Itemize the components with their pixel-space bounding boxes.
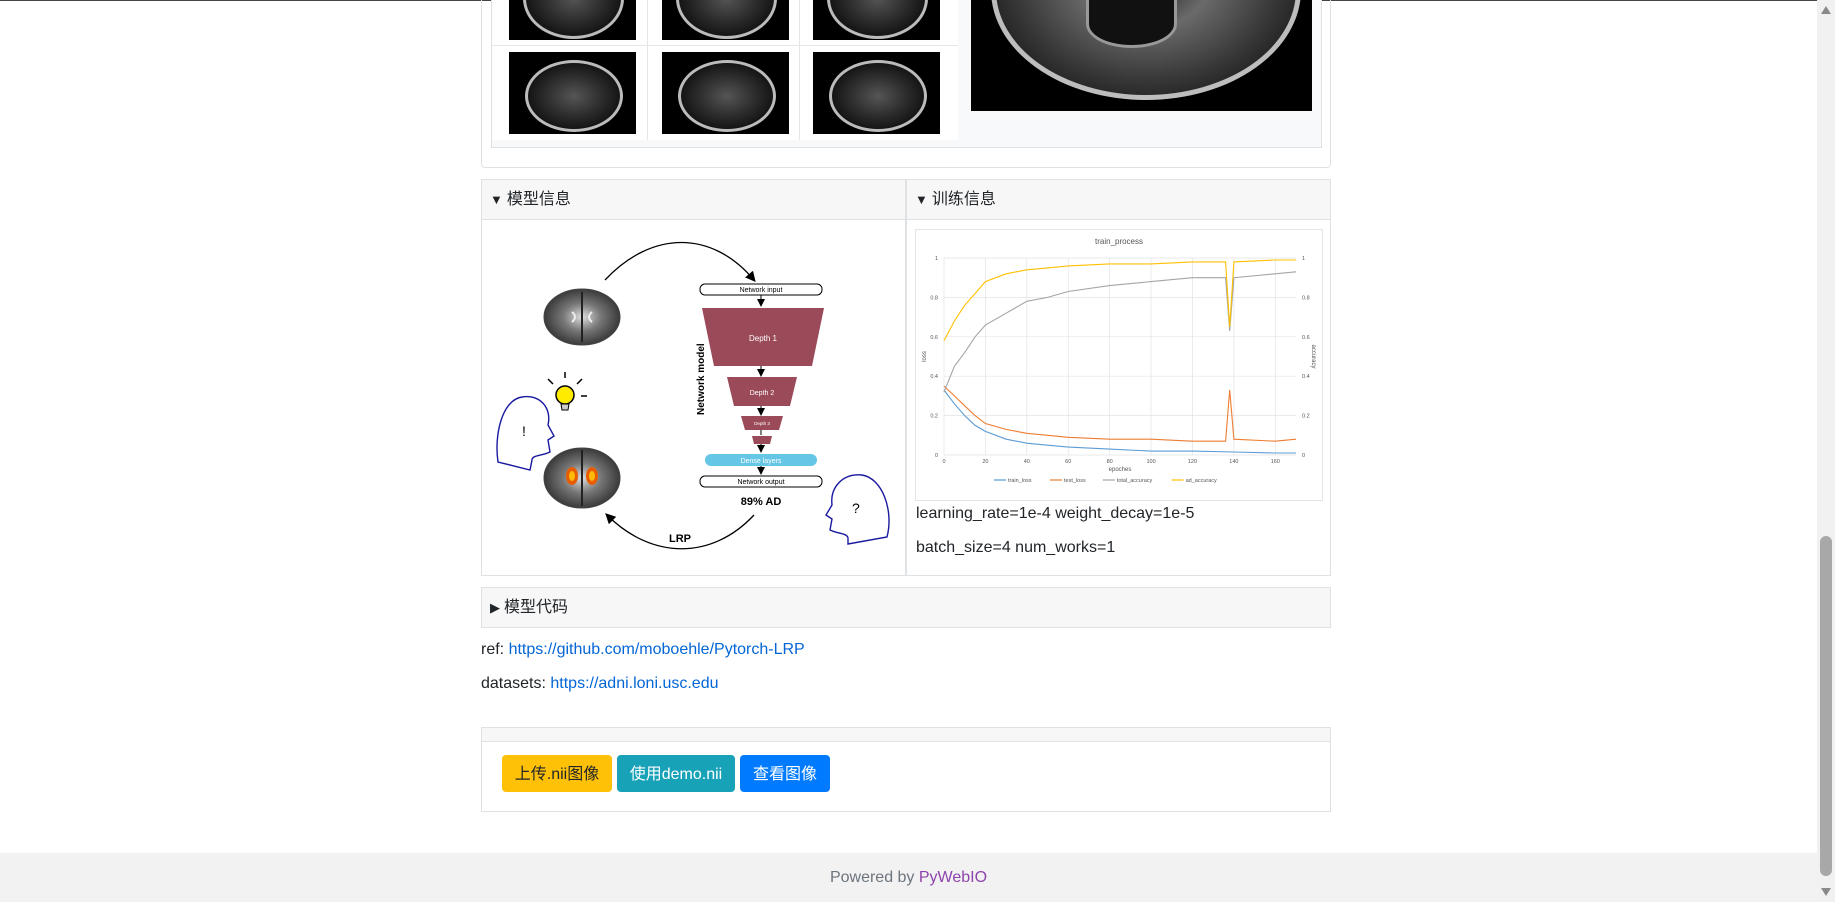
use-demo-button[interactable]: 使用demo.nii	[617, 755, 735, 792]
x-tick-label: 140	[1229, 459, 1238, 465]
legend-label: train_loss	[1008, 478, 1032, 484]
y-tick-label: 0.2	[930, 414, 938, 420]
y2-tick-label: 0.2	[1302, 414, 1310, 420]
legend-label: test_loss	[1064, 478, 1086, 484]
datasets-line: datasets: https://adni.loni.usc.edu	[481, 675, 718, 693]
upload-nii-button[interactable]: 上传.nii图像	[502, 755, 612, 792]
model-code-header[interactable]: ▶ 模型代码	[482, 588, 1330, 627]
x-tick-label: 100	[1146, 459, 1155, 465]
depth3-label: Depth 3	[754, 421, 770, 426]
mri-slice-preview	[971, 0, 1312, 111]
lrp-network-diagram: ! ? Network input Depth 1 Depth 2 Depth …	[496, 241, 890, 550]
ref-link[interactable]: https://github.com/moboehle/Pytorch-LRP	[509, 641, 805, 658]
mri-thumbnail-grid	[492, 0, 958, 140]
grid-divider	[647, 0, 648, 140]
legend-label: ad_accuracy	[1186, 478, 1217, 484]
network-input-label: Network input	[740, 287, 783, 294]
y2-tick-label: 0.6	[1302, 335, 1310, 341]
prediction-label: 89% AD	[741, 496, 782, 508]
vertical-scrollbar[interactable]	[1817, 0, 1835, 902]
grid-divider	[492, 45, 958, 46]
x-tick-label: 60	[1065, 459, 1071, 465]
mri-image-table	[491, 0, 1322, 148]
y2-tick-label: 0.4	[1302, 374, 1310, 380]
ref-line: ref: https://github.com/moboehle/Pytorch…	[481, 641, 805, 659]
brain-scan-icon	[543, 288, 621, 346]
ref-label: ref:	[481, 641, 509, 658]
series-line-train_loss	[943, 389, 1296, 454]
train-info-card: ▼ 训练信息 train_process 0 0 0.2 0.2 0.4 0.4 0.6 0.6 0…	[906, 179, 1331, 576]
depth4-block	[752, 436, 772, 444]
train-params-line2: batch_size=4 num_works=1	[916, 539, 1116, 556]
dense-layers-label: Dense layers	[741, 458, 782, 465]
lrp-label: LRP	[669, 533, 691, 545]
y-tick-label: 0	[935, 453, 938, 459]
y2-tick-label: 0	[1302, 453, 1305, 459]
y2-axis-label: accuracy	[1310, 344, 1316, 368]
y-tick-label: 0.6	[930, 335, 938, 341]
human-head-icon: !	[496, 395, 555, 471]
y-axis-label: loss	[922, 351, 928, 362]
network-model-label: Network model	[696, 343, 707, 415]
model-code-title: 模型代码	[504, 599, 569, 616]
mri-slice-thumbnail[interactable]	[813, 52, 940, 134]
depth2-label: Depth 2	[750, 390, 775, 397]
legend-label: total_accuracy	[1117, 478, 1153, 484]
pywebio-link[interactable]: PyWebIO	[919, 869, 987, 886]
x-tick-label: 0	[942, 459, 945, 465]
model-info-title: 模型信息	[506, 191, 571, 208]
action-button-card: 上传.nii图像 使用demo.nii 查看图像	[481, 727, 1331, 812]
mri-image-card	[481, 0, 1331, 168]
train-info-header[interactable]: ▼ 训练信息	[907, 180, 1330, 220]
scrollbar-thumb[interactable]	[1820, 536, 1832, 876]
y-tick-label: 0.8	[930, 295, 938, 301]
series-line-test_loss	[943, 385, 1297, 442]
card-header-strip	[482, 728, 1330, 742]
view-image-button[interactable]: 查看图像	[740, 755, 830, 792]
x-tick-label: 20	[982, 459, 988, 465]
model-code-card[interactable]: ▶ 模型代码	[481, 587, 1331, 628]
scroll-down-icon[interactable]	[1821, 888, 1831, 896]
x-tick-label: 80	[1107, 459, 1113, 465]
x-tick-label: 160	[1271, 459, 1280, 465]
exclaim-mark: !	[522, 423, 526, 439]
model-info-card: ▼ 模型信息 ! ? Network input Depth 1 Depth 2…	[481, 179, 906, 576]
scroll-up-icon[interactable]	[1821, 6, 1831, 14]
footer: Powered by PyWebIO	[0, 853, 1817, 902]
network-output-label: Network output	[737, 479, 784, 486]
datasets-label: datasets:	[481, 675, 551, 692]
series-line-total_accuracy	[943, 271, 1297, 393]
collapsed-triangle-icon: ▶	[490, 600, 500, 615]
human-head-icon: ?	[825, 474, 890, 545]
mri-slice-thumbnail[interactable]	[509, 52, 636, 134]
y-tick-label: 0.4	[930, 374, 938, 380]
series-line-ad_accuracy	[943, 259, 1296, 341]
powered-by-text: Powered by	[829, 869, 919, 886]
mri-slice-thumbnail[interactable]	[662, 0, 789, 40]
grid-divider	[799, 0, 800, 140]
x-tick-label: 120	[1188, 459, 1197, 465]
mri-slice-thumbnail[interactable]	[662, 52, 789, 134]
chart-title: train_process	[1095, 237, 1143, 246]
expanded-triangle-icon: ▼	[490, 192, 503, 207]
forward-arrow	[604, 241, 756, 282]
train-params-line1: learning_rate=1e-4 weight_decay=1e-5	[916, 505, 1195, 522]
model-info-header[interactable]: ▼ 模型信息	[482, 180, 905, 220]
brain-heatmap-icon	[543, 447, 621, 509]
depth1-label: Depth 1	[749, 334, 778, 343]
expanded-triangle-icon: ▼	[915, 192, 928, 207]
y-tick-label: 1	[935, 256, 938, 262]
lightbulb-icon	[547, 372, 587, 411]
y2-tick-label: 0.8	[1302, 295, 1310, 301]
question-mark: ?	[852, 500, 860, 516]
train-info-title: 训练信息	[931, 191, 996, 208]
mri-slice-thumbnail[interactable]	[813, 0, 940, 40]
y2-tick-label: 1	[1302, 256, 1305, 262]
train-process-chart: train_process0 00.2 0.20.4 0.40.6 0.60.8 0.81…	[915, 229, 1323, 501]
mri-slice-thumbnail[interactable]	[509, 0, 636, 40]
x-tick-label: 40	[1024, 459, 1030, 465]
x-axis-label: epoches	[1109, 467, 1132, 473]
datasets-link[interactable]: https://adni.loni.usc.edu	[550, 675, 718, 692]
